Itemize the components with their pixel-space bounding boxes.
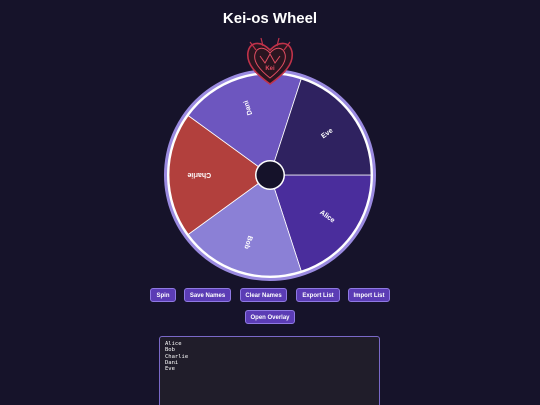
wheel-disc[interactable]: AliceBobCharlieDaniEve [164,69,376,281]
page-title: Kei-os Wheel [222,10,318,27]
import-list-button[interactable]: Import List [348,288,390,302]
export-list-button[interactable]: Export List [296,288,340,302]
names-textarea[interactable]: Alice Bob Charlie Dani Eve [159,336,380,405]
spin-button[interactable]: Spin [150,288,176,302]
clear-names-button[interactable]: Clear Names [240,288,287,302]
wheel-hub [256,161,284,189]
app-page: Kei-os Wheel Alice Bob Charlie Dani Eve Kei … [0,0,540,405]
svg-text:Kei: Kei [265,66,275,72]
wheel-segment-label: Charlie [187,171,211,178]
name-wheel[interactable]: AliceBobCharlieDaniEve Kei [160,36,380,281]
save-names-button[interactable]: Save Names [184,288,231,302]
open-overlay-button[interactable]: Open Overlay [245,310,295,324]
